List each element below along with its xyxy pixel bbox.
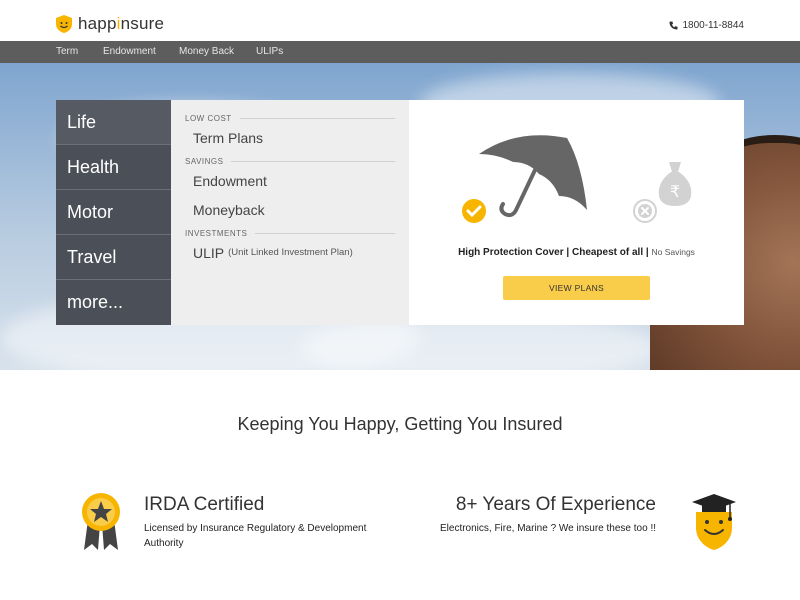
nav-money-back[interactable]: Money Back [179,46,234,57]
phone-number[interactable]: 1800-11-8844 [669,20,744,31]
svg-text:₹: ₹ [670,182,680,201]
tab-motor[interactable]: Motor [56,190,171,235]
cross-icon [633,199,657,223]
tab-health[interactable]: Health [56,145,171,190]
experience-title: 8+ Years Of Experience [455,494,656,515]
menu-item-ulip[interactable]: ULIP (Unit Linked Investment Plan) [185,238,395,267]
menu-category-low-cost: LOW COST [185,114,395,123]
hero-banner: Life Health Motor Travel more... LOW COS… [0,63,800,370]
menu-category-investments: INVESTMENTS [185,229,395,238]
phone-text: 1800-11-8844 [682,20,744,31]
plan-detail-panel: ₹ High Protection Cover | Cheapest of al… [409,100,744,325]
view-plans-button[interactable]: VIEW PLANS [503,276,650,300]
logo[interactable]: happinsure [56,14,164,34]
menu-item-moneyback[interactable]: Moneyback [185,195,395,224]
tab-more[interactable]: more... [56,280,171,325]
irda-title: IRDA Certified [144,494,265,515]
header: happinsure 1800-11-8844 [0,0,800,41]
money-bag-icon: ₹ [658,162,692,206]
nav-endowment[interactable]: Endowment [103,46,156,57]
graduate-smiley-icon [692,494,736,550]
logo-text: happinsure [78,14,165,33]
nav-term[interactable]: Term [56,46,78,57]
insurance-type-tabs: Life Health Motor Travel more... [56,100,171,325]
menu-item-endowment[interactable]: Endowment [185,166,395,195]
plan-feature-line: High Protection Cover | Cheapest of all … [458,247,695,258]
menu-item-term-plans[interactable]: Term Plans [185,123,395,152]
plan-menu: LOW COST Term Plans SAVINGS Endowment Mo… [171,100,409,325]
nav-ulips[interactable]: ULIPs [256,46,283,57]
top-navbar: Term Endowment Money Back ULIPs [0,41,800,63]
experience-text: Electronics, Fire, Marine ? We insure th… [439,523,656,534]
check-icon [462,199,486,223]
phone-icon [669,21,679,30]
tab-travel[interactable]: Travel [56,235,171,280]
umbrella-icon [479,135,587,218]
tab-life[interactable]: Life [56,100,171,145]
smiley-shield-icon [56,15,72,33]
irda-text: Licensed by Insurance Regulatory & Devel… [144,523,367,549]
certified-badge-icon [82,493,120,550]
page-tagline: Keeping You Happy, Getting You Insured [237,414,563,434]
menu-category-savings: SAVINGS [185,157,395,166]
